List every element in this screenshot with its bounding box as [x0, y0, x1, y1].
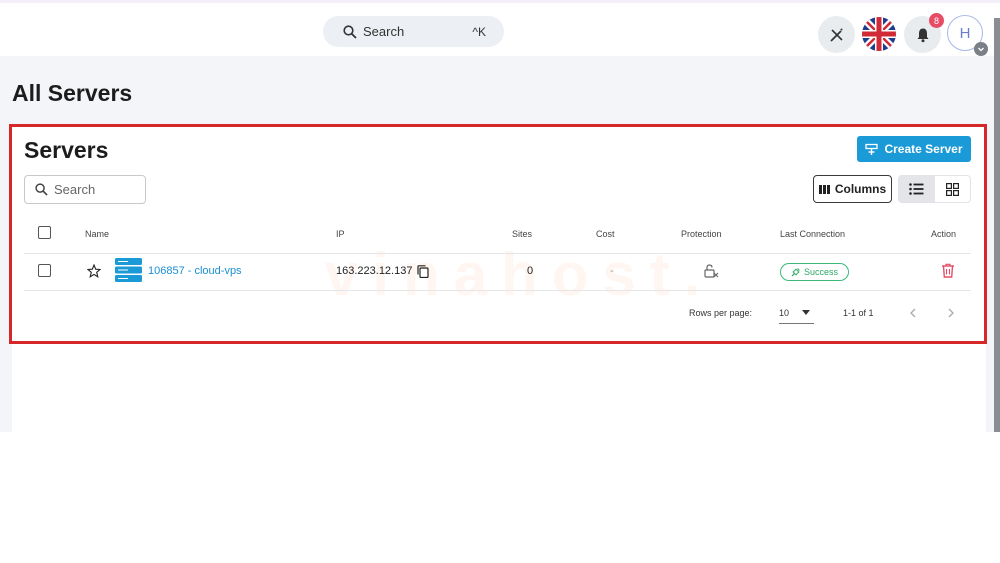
chevron-left-icon: [910, 308, 916, 318]
server-sites: 0: [527, 265, 534, 277]
header-last-connection[interactable]: Last Connection: [780, 229, 845, 239]
header-action: Action: [931, 229, 957, 239]
table-search-placeholder: Search: [54, 182, 96, 197]
server-ip: 163.223.12.137: [336, 265, 413, 277]
copy-icon[interactable]: [417, 265, 429, 278]
bell-icon: [917, 28, 928, 42]
status-text: Success: [803, 267, 838, 277]
server-icon: [115, 258, 142, 282]
add-server-icon: [865, 143, 879, 155]
user-avatar[interactable]: H: [947, 15, 988, 56]
header-ip[interactable]: IP: [336, 229, 345, 239]
notifications-button[interactable]: 8: [904, 13, 944, 53]
status-badge: Success: [780, 263, 849, 281]
chevron-right-icon: [948, 308, 954, 318]
header-protection[interactable]: Protection: [681, 229, 722, 239]
unlock-icon[interactable]: [703, 263, 719, 279]
columns-icon: [818, 184, 830, 194]
columns-label: Columns: [834, 182, 887, 196]
header-cost[interactable]: Cost: [596, 229, 615, 239]
grid-icon: [945, 182, 959, 196]
avatar-initial: H: [959, 24, 971, 42]
list-view-button[interactable]: [899, 176, 935, 202]
previous-page-button[interactable]: [904, 304, 922, 322]
grid-view-button[interactable]: [935, 176, 971, 202]
row-divider: [24, 290, 971, 291]
plug-icon: [791, 267, 800, 276]
select-all-checkbox[interactable]: [38, 226, 51, 239]
rows-per-page-value: 10: [779, 308, 790, 318]
search-icon: [343, 24, 357, 39]
notification-badge: 8: [929, 13, 944, 28]
magic-wand-icon: [829, 28, 843, 42]
pagination-range: 1-1 of 1: [843, 308, 874, 318]
header-name[interactable]: Name: [85, 229, 109, 239]
page-title: All Servers: [12, 80, 133, 106]
top-bar: Search ^K 8 H: [0, 0, 1000, 56]
next-page-button[interactable]: [942, 304, 960, 322]
rows-per-page-select[interactable]: 10: [779, 304, 814, 324]
global-search[interactable]: Search ^K: [323, 16, 504, 47]
chevron-down-icon: [974, 42, 988, 56]
server-cost: -: [610, 265, 614, 277]
search-icon: [35, 183, 48, 196]
rows-per-page-label: Rows per page:: [689, 308, 753, 318]
language-flag-uk[interactable]: [862, 17, 896, 51]
card-title: Servers: [24, 137, 109, 163]
list-icon: [909, 183, 924, 195]
create-server-label: Create Server: [884, 142, 963, 156]
row-checkbox[interactable]: [38, 264, 51, 277]
caret-down-icon: [802, 310, 810, 315]
create-server-button[interactable]: Create Server: [857, 136, 971, 162]
header-divider: [24, 253, 971, 254]
global-search-placeholder: Search: [363, 24, 405, 39]
theme-toggle-button[interactable]: [818, 16, 855, 53]
trash-icon[interactable]: [941, 263, 955, 278]
view-toggle: [898, 175, 971, 203]
search-shortcut: ^K: [472, 24, 486, 39]
table-search-input[interactable]: Search: [24, 175, 146, 204]
server-name-link[interactable]: 106857 - cloud-vps: [148, 265, 242, 277]
header-sites[interactable]: Sites: [512, 229, 532, 239]
columns-button[interactable]: Columns: [813, 175, 892, 203]
uk-flag-icon: [862, 17, 896, 51]
star-icon[interactable]: [87, 264, 101, 278]
scrollbar-thumb[interactable]: [994, 18, 1000, 432]
